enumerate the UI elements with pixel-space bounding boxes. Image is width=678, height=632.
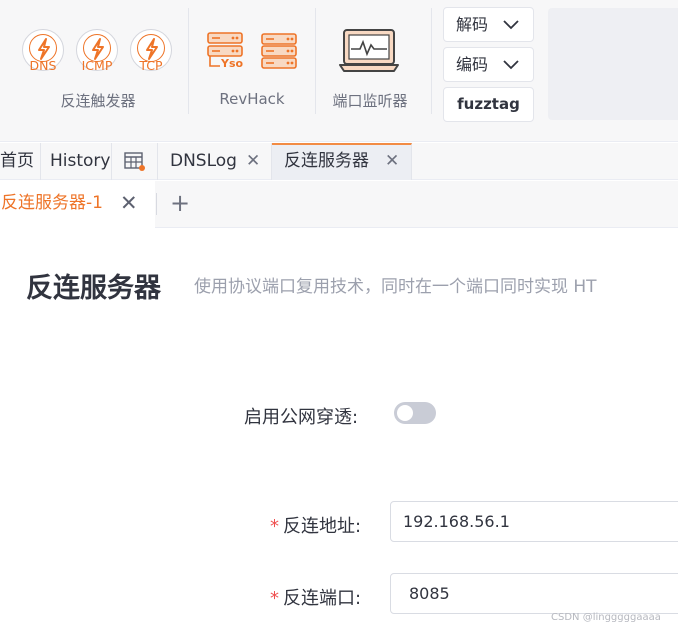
fuzztag-button[interactable]: fuzztag: [443, 87, 534, 122]
toolbar-divider: [315, 8, 316, 114]
close-icon[interactable]: ✕: [246, 143, 260, 180]
watermark: CSDN @lingggggaaaa: [551, 612, 661, 623]
yso-button[interactable]: Yso: [206, 30, 246, 72]
tab-reverse-server[interactable]: 反连服务器 ✕: [272, 143, 412, 180]
right-panel: [548, 8, 678, 120]
server-stack-icon: [261, 33, 297, 69]
colon: :: [352, 407, 359, 428]
required-mark: *: [270, 588, 279, 609]
page-subtitle: 使用协议端口复用技术，同时在一个端口同时实现 HT: [194, 277, 597, 297]
host-label-text: 反连地址: [283, 516, 355, 537]
nat-label-text: 启用公网穿透: [244, 407, 352, 428]
revhack-group-label: RevHack: [219, 90, 285, 108]
encode-dropdown[interactable]: 编码: [443, 47, 534, 82]
top-toolbar: DNS ICMP TCP 反连触发器 Yso RevHack 端口监听器 解码 …: [0, 0, 678, 142]
nat-label: 启用公网穿透:: [244, 403, 358, 429]
toolbar-divider: [188, 8, 189, 114]
port-label: * 反连端口:: [270, 584, 361, 610]
decode-dropdown[interactable]: 解码: [443, 7, 534, 42]
port-monitor-group-label: 端口监听器: [332, 92, 408, 110]
tcp-label: TCP: [139, 58, 163, 73]
reverse-trigger-group-label: 反连触发器: [60, 92, 136, 110]
revhack-server-button[interactable]: [260, 32, 298, 70]
tab-history[interactable]: History: [41, 143, 112, 180]
close-icon[interactable]: ✕: [120, 181, 138, 226]
decode-label: 解码: [456, 15, 489, 34]
nat-toggle[interactable]: [394, 402, 436, 424]
yso-label: Yso: [221, 57, 244, 70]
toggle-knob: [397, 405, 413, 421]
colon: :: [355, 588, 362, 609]
tab-label: 反连服务器: [284, 151, 369, 171]
port-input[interactable]: 8085: [390, 573, 678, 614]
add-tab-icon[interactable]: +: [170, 188, 190, 218]
subtab-label: 反连服务器-1: [1, 193, 103, 213]
port-value: 8085: [409, 584, 450, 603]
table-icon: [124, 152, 145, 171]
tab-label: History: [50, 151, 111, 171]
colon: :: [355, 516, 362, 537]
tab-table[interactable]: [112, 143, 158, 180]
tab-dnslog[interactable]: DNSLog ✕: [158, 143, 272, 180]
encode-label: 编码: [456, 55, 489, 74]
app-window: DNS ICMP TCP 反连触发器 Yso RevHack 端口监听器 解码 …: [0, 0, 678, 632]
dns-label: DNS: [29, 58, 57, 73]
main-tab-bar: 首页 History DNSLog ✕ 反连服务器 ✕: [0, 143, 678, 180]
tab-label: 首页: [0, 151, 34, 171]
host-label: * 反连地址:: [270, 512, 361, 538]
sub-tab-bar: 反连服务器-1 ✕ +: [0, 181, 678, 228]
page-title: 反连服务器: [26, 273, 161, 304]
icmp-label: ICMP: [81, 58, 113, 73]
host-input[interactable]: 192.168.56.1: [390, 501, 678, 542]
tab-label: DNSLog: [170, 151, 237, 171]
host-value: 192.168.56.1: [403, 512, 510, 531]
subtab-divider: [156, 193, 157, 215]
chevron-down-icon: [503, 20, 519, 30]
tab-home[interactable]: 首页: [0, 143, 41, 180]
monitor-icon: [339, 29, 399, 72]
port-label-text: 反连端口: [283, 588, 355, 609]
close-icon[interactable]: ✕: [385, 145, 399, 178]
required-mark: *: [270, 516, 279, 537]
chevron-down-icon: [503, 60, 519, 70]
subtab-reverse-server-1[interactable]: 反连服务器-1 ✕: [0, 181, 155, 228]
toolbar-divider: [431, 8, 432, 114]
port-monitor-button[interactable]: [338, 28, 400, 74]
